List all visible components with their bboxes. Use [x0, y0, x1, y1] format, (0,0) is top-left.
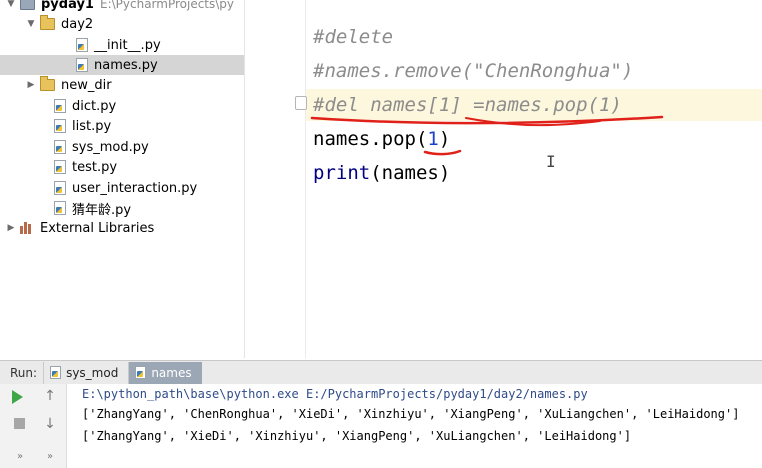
- python-file-icon: [54, 119, 66, 133]
- python-file-icon: [54, 201, 66, 215]
- tree-item-label: __init__.py: [94, 37, 161, 53]
- run-console-output[interactable]: E:\python_path\base\python.exe E:/Pychar…: [82, 384, 762, 468]
- run-tab-sys-mod[interactable]: sys_mod: [43, 361, 128, 384]
- python-file-icon: [135, 366, 147, 379]
- number-literal: 1: [427, 128, 439, 150]
- code-line-5: print (names): [313, 157, 450, 189]
- tree-root-pyday1[interactable]: ▼ pyday1 E:\PycharmProjects\py: [0, 0, 244, 14]
- run-tab-label: sys_mod: [66, 365, 119, 380]
- python-file-icon: [54, 160, 66, 174]
- rerun-icon[interactable]: [12, 390, 23, 404]
- tree-root-label: pyday1: [41, 0, 94, 12]
- project-folder-icon: [20, 0, 35, 10]
- collapsed-arrow-icon[interactable]: ▶: [6, 223, 16, 233]
- tree-item-label: user_interaction.py: [72, 180, 198, 196]
- python-file-icon: [76, 58, 88, 72]
- run-panel: ↑ ↓ » » E:\python_path\base\python.exe E…: [0, 384, 762, 468]
- tree-item-label: External Libraries: [40, 220, 155, 236]
- tree-item-user-interaction[interactable]: user_interaction.py: [0, 178, 244, 198]
- expand-arrow-icon[interactable]: ▼: [26, 19, 36, 29]
- console-output-line: ['ZhangYang', 'ChenRonghua', 'XieDi', 'X…: [82, 407, 740, 421]
- python-file-icon: [54, 99, 66, 113]
- tree-item-dict[interactable]: dict.py: [0, 96, 244, 116]
- arrow-up-icon[interactable]: ↑: [42, 388, 58, 404]
- stop-icon[interactable]: [14, 418, 25, 429]
- tree-item-list[interactable]: list.py: [0, 116, 244, 136]
- code-line-2: #names.remove("ChenRonghua"): [313, 60, 634, 82]
- folder-icon: [40, 76, 55, 91]
- code-line-3-current: #del names[1] =names.pop(1): [306, 89, 762, 121]
- fold-marker-icon[interactable]: [295, 96, 307, 110]
- tree-item-sys-mod[interactable]: sys_mod.py: [0, 137, 244, 157]
- project-tree: ▼ pyday1 E:\PycharmProjects\py ▼ day2 __…: [0, 0, 244, 358]
- tree-item-external-libraries[interactable]: ▶ External Libraries: [0, 218, 244, 238]
- expand-arrow-icon[interactable]: ▼: [6, 0, 16, 9]
- python-file-icon: [76, 38, 88, 52]
- tree-item-guess-age[interactable]: 猜年龄.py: [0, 198, 244, 218]
- text-cursor-icon: I: [546, 152, 556, 171]
- python-file-icon: [54, 140, 66, 154]
- console-command-line: E:\python_path\base\python.exe E:/Pychar…: [82, 387, 588, 401]
- run-toolbar: Run: sys_mod names: [0, 360, 762, 384]
- console-output-line: ['ZhangYang', 'XieDi', 'Xinzhiyu', 'Xian…: [82, 429, 632, 443]
- code-token: names.pop(: [313, 128, 428, 150]
- tree-item-day2[interactable]: ▼ day2: [0, 14, 244, 34]
- run-tab-names[interactable]: names: [128, 361, 202, 384]
- run-title: Run:: [10, 365, 38, 380]
- builtin-function: print: [313, 162, 371, 184]
- tree-item-label: list.py: [72, 118, 112, 134]
- tree-item-label: sys_mod.py: [72, 139, 149, 155]
- more-tools-icon[interactable]: »: [42, 448, 58, 464]
- more-tools-icon[interactable]: »: [12, 448, 28, 464]
- python-file-icon: [54, 181, 66, 195]
- folder-icon: [40, 15, 55, 30]
- tree-item-test[interactable]: test.py: [0, 157, 244, 177]
- run-side-toolbar: ↑ ↓ » »: [0, 384, 67, 468]
- tree-item-new-dir[interactable]: ▶ new_dir: [0, 75, 244, 95]
- arrow-down-icon[interactable]: ↓: [42, 416, 58, 432]
- collapsed-arrow-icon[interactable]: ▶: [26, 80, 36, 90]
- tree-item-label: 猜年龄.py: [72, 202, 132, 218]
- tree-item-label: new_dir: [61, 77, 112, 93]
- tree-item-init[interactable]: __init__.py: [0, 35, 244, 55]
- tree-root-path: E:\PycharmProjects\py: [99, 0, 235, 11]
- tree-item-label: dict.py: [72, 98, 117, 114]
- run-tab-label: names: [151, 365, 192, 380]
- code-line-1: #delete: [313, 26, 394, 48]
- tree-item-names[interactable]: names.py: [0, 55, 244, 75]
- python-file-icon: [50, 366, 62, 379]
- library-icon: [20, 222, 34, 234]
- code-line-4: names.pop(1): [313, 123, 450, 155]
- tree-item-label: names.py: [94, 57, 158, 73]
- code-token: (names): [370, 162, 451, 184]
- editor-gutter: [245, 0, 306, 358]
- tree-item-label: day2: [61, 16, 94, 32]
- code-editor[interactable]: #delete #names.remove("ChenRonghua") #de…: [244, 0, 762, 358]
- tree-item-label: test.py: [72, 159, 118, 175]
- code-token: ): [438, 128, 451, 150]
